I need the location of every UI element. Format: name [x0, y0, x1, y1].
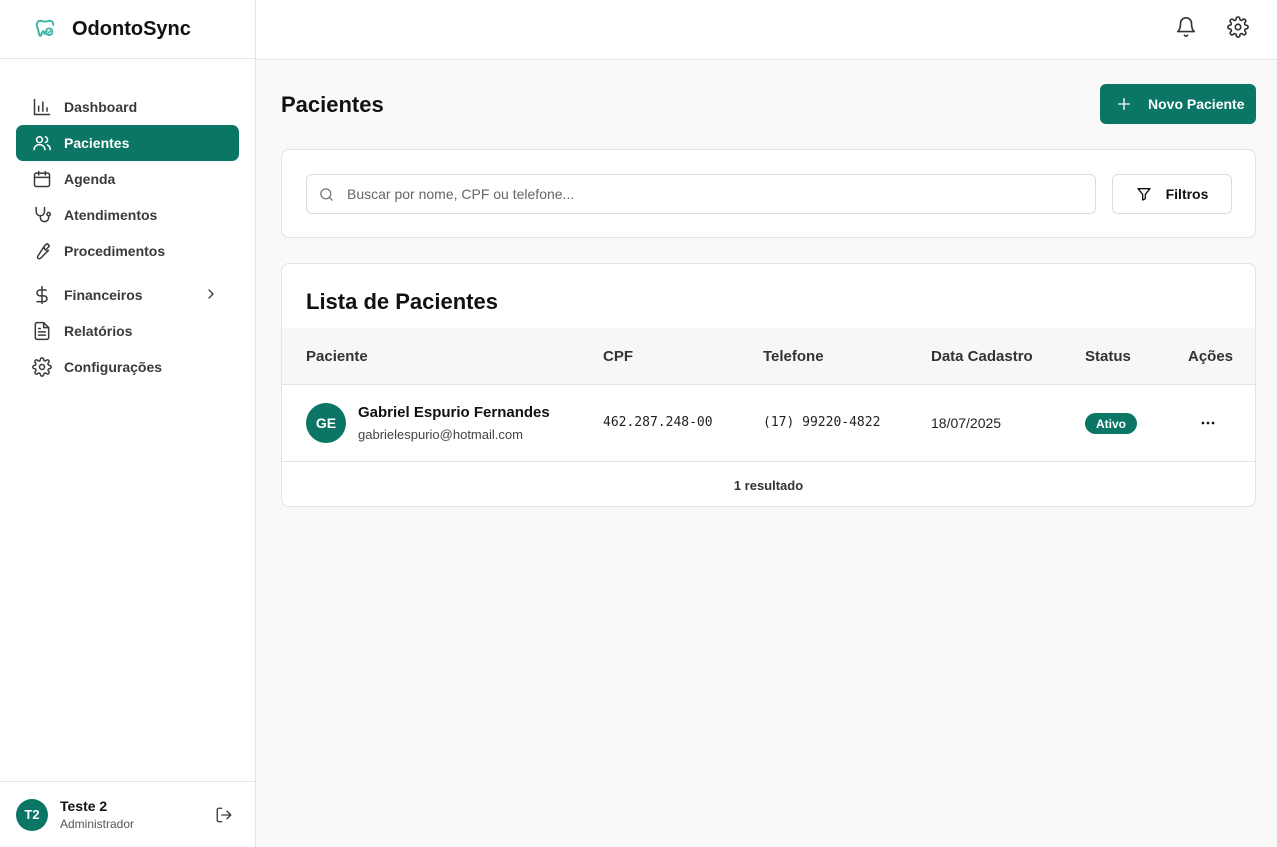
patient-avatar: GE [306, 403, 346, 443]
column-header-paciente: Paciente [306, 348, 368, 365]
new-patient-label: Novo Paciente [1148, 96, 1245, 112]
page-title: Pacientes [281, 92, 384, 117]
file-text-icon [32, 321, 52, 341]
calendar-icon [32, 169, 52, 189]
patients-list-card: Lista de Pacientes Paciente CPF Telefone… [281, 263, 1256, 507]
result-count: 1 resultado [733, 477, 804, 493]
column-header-telefone: Telefone [763, 348, 824, 365]
user-footer: T2 Teste 2 Administrador [0, 781, 255, 847]
sidebar-item-procedimentos[interactable]: Procedimentos [16, 233, 239, 269]
filter-icon [1136, 186, 1152, 202]
bar-chart-icon [32, 97, 52, 117]
sidebar-item-label: Pacientes [64, 135, 130, 151]
nav-gap [16, 269, 239, 277]
user-name: Teste 2 [60, 798, 108, 814]
patient-date: 18/07/2025 [931, 415, 1002, 431]
more-actions-icon[interactable] [1196, 413, 1220, 433]
brand[interactable]: OdontoSync [0, 0, 255, 59]
tooth-icon [34, 18, 56, 40]
patient-phone: (17) 99220-4822 [763, 415, 881, 430]
sidebar-item-agenda[interactable]: Agenda [16, 161, 239, 197]
sidebar-item-configuracoes[interactable]: Configurações [16, 349, 239, 385]
filters-button[interactable]: Filtros [1112, 174, 1232, 214]
sidebar: OdontoSync Dashboard Pacientes Agenda At… [0, 0, 256, 847]
column-header-data-cadastro: Data Cadastro [931, 348, 1033, 365]
new-patient-button[interactable]: Novo Paciente [1100, 84, 1256, 124]
status-badge: Ativo [1085, 413, 1137, 434]
wrench-icon [32, 241, 52, 261]
user-info: Teste 2 Administrador [60, 798, 134, 831]
list-title: Lista de Pacientes [306, 289, 498, 314]
user-role: Administrador [60, 817, 135, 831]
brand-name: OdontoSync [72, 17, 191, 40]
patient-email: gabrielespurio@hotmail.com [358, 427, 523, 442]
users-icon [32, 133, 52, 153]
search-card: Filtros [281, 149, 1256, 238]
column-header-acoes: Ações [1188, 348, 1234, 365]
gear-icon[interactable] [1227, 16, 1249, 38]
topbar [256, 0, 1277, 60]
dollar-icon [32, 285, 52, 305]
sidebar-item-label: Agenda [64, 171, 116, 187]
sidebar-item-atendimentos[interactable]: Atendimentos [16, 197, 239, 233]
logout-icon[interactable] [215, 806, 233, 824]
sidebar-item-label: Atendimentos [64, 207, 158, 223]
chevron-right-icon[interactable] [203, 286, 219, 302]
gear-icon [32, 357, 52, 377]
sidebar-item-label: Configurações [64, 359, 163, 375]
column-header-cpf: CPF [603, 348, 633, 365]
filters-label: Filtros [1165, 186, 1209, 202]
bell-icon[interactable] [1175, 16, 1197, 38]
patient-cpf: 462.287.248-00 [603, 415, 713, 430]
sidebar-item-pacientes[interactable]: Pacientes [16, 125, 239, 161]
column-header-status: Status [1085, 348, 1131, 365]
search-box[interactable] [306, 174, 1096, 214]
sidebar-item-label: Relatórios [64, 323, 133, 339]
stethoscope-icon [32, 205, 52, 225]
plus-icon [1116, 96, 1132, 112]
patient-name[interactable]: Gabriel Espurio Fernandes [358, 404, 550, 421]
sidebar-item-relatorios[interactable]: Relatórios [16, 313, 239, 349]
search-input[interactable] [347, 175, 1087, 213]
sidebar-item-label: Dashboard [64, 99, 138, 115]
sidebar-item-financeiros[interactable]: Financeiros [16, 277, 239, 313]
sidebar-item-label: Financeiros [64, 287, 143, 303]
sidebar-item-label: Procedimentos [64, 243, 166, 259]
sidebar-item-dashboard[interactable]: Dashboard [16, 89, 239, 125]
sidebar-nav: Dashboard Pacientes Agenda Atendimentos … [0, 59, 255, 385]
table-row[interactable]: GE Gabriel Espurio Fernandes gabrielespu… [282, 385, 1255, 462]
user-avatar[interactable]: T2 [16, 798, 48, 831]
table-header: Paciente CPF Telefone Data Cadastro Stat… [282, 328, 1255, 385]
search-icon [318, 186, 335, 203]
